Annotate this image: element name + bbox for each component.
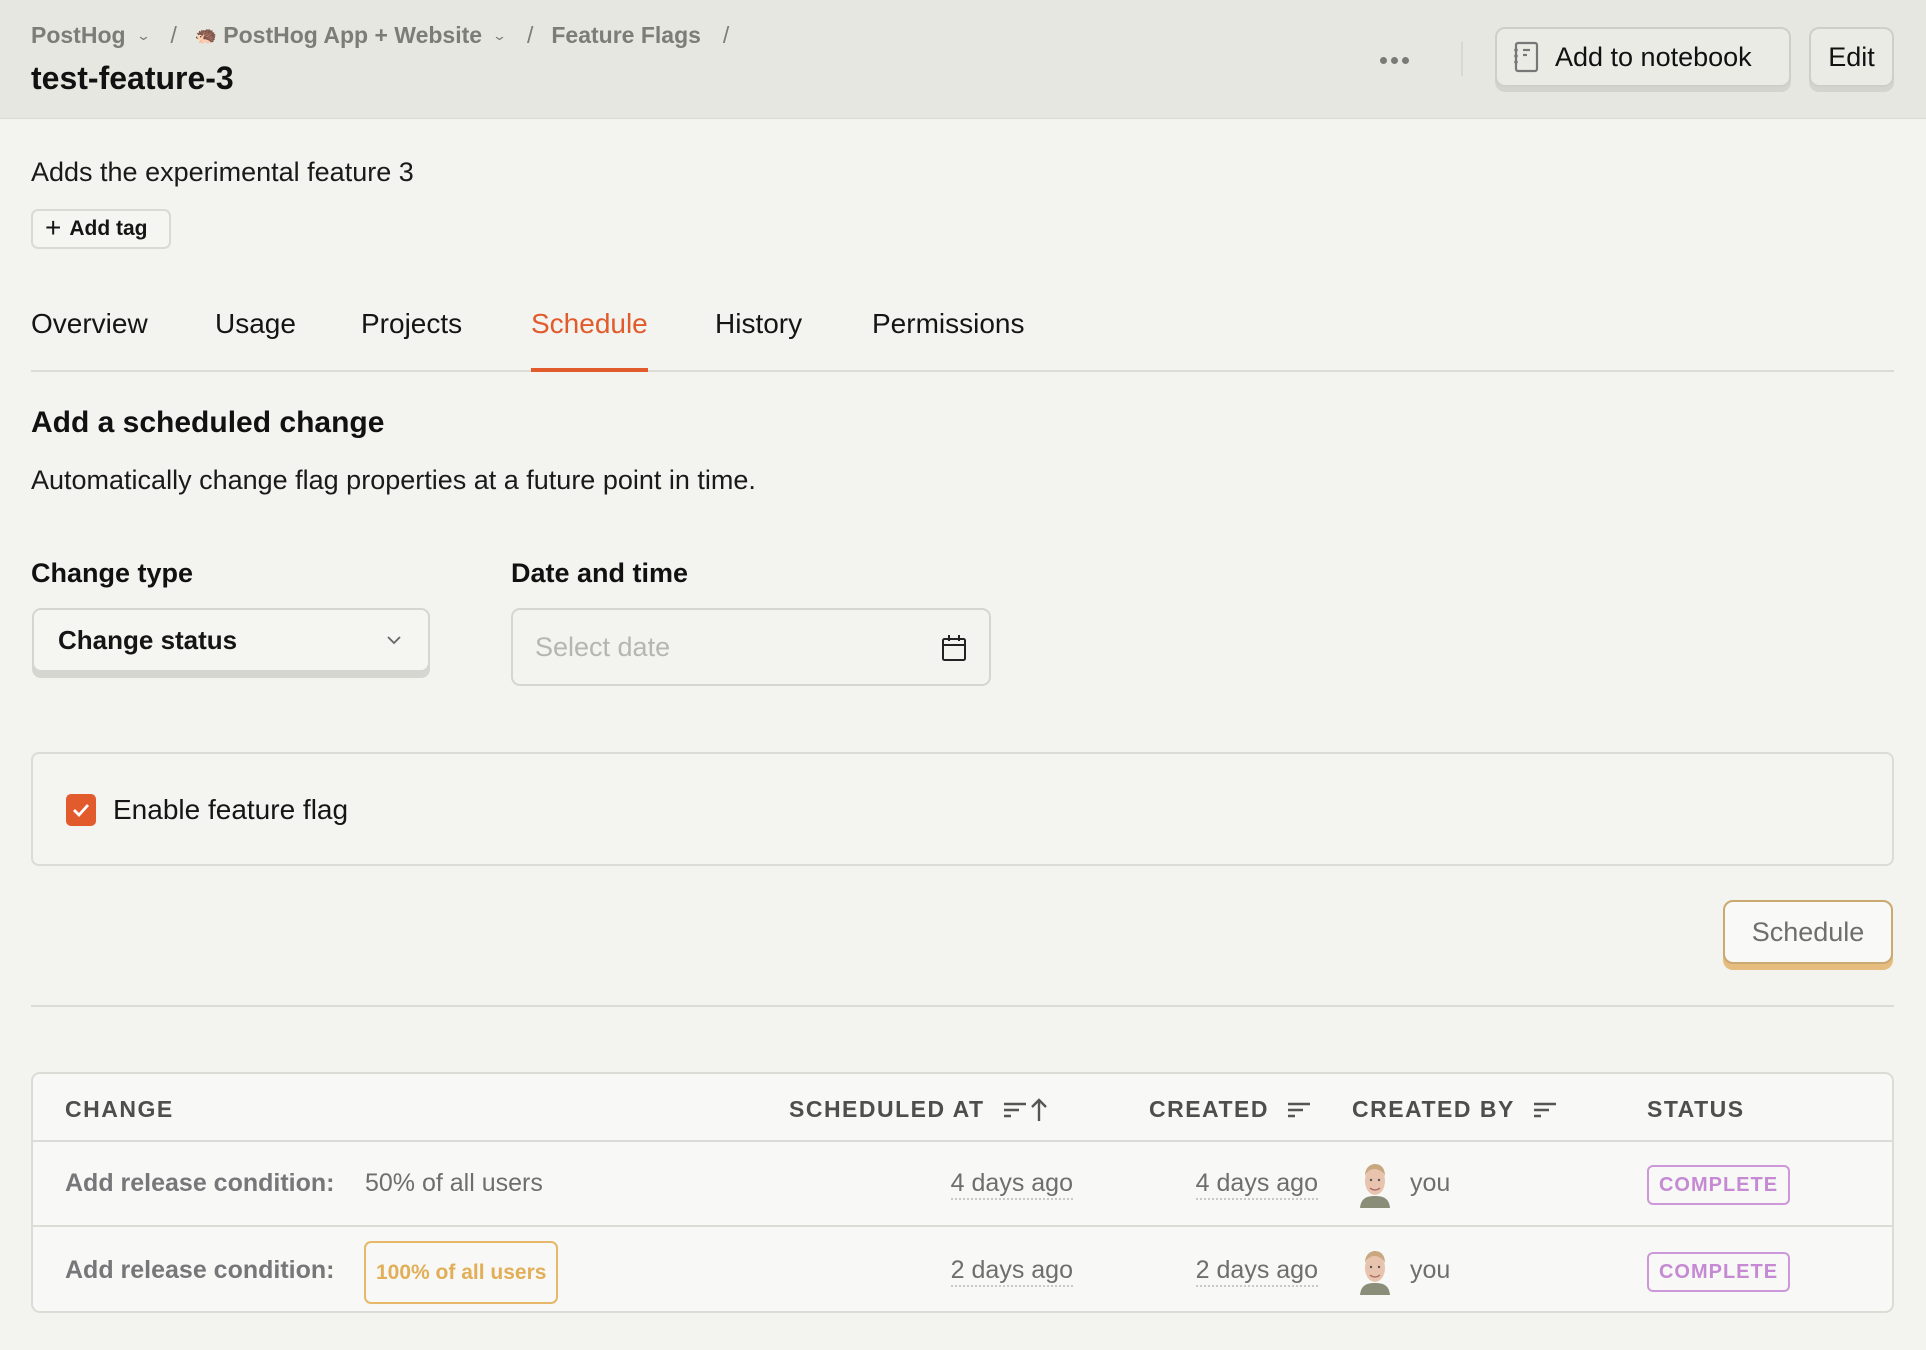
- breadcrumb-organization[interactable]: PostHog ⌄: [31, 22, 151, 49]
- breadcrumb-feature-flags-label: Feature Flags: [551, 22, 701, 48]
- chevron-down-icon: ⌄: [135, 27, 151, 43]
- flag-description: Adds the experimental feature 3: [31, 157, 414, 187]
- scheduled-changes-table: CHANGE SCHEDULED AT CREATED CREATED BY S…: [31, 1072, 1894, 1313]
- table-row: Add release condition: 50% of all users …: [33, 1142, 1892, 1227]
- tab-schedule[interactable]: Schedule: [531, 308, 648, 372]
- add-tag-button[interactable]: + Add tag: [31, 209, 171, 249]
- schedule-button[interactable]: Schedule: [1723, 900, 1893, 964]
- created-by: you: [1410, 1169, 1451, 1197]
- breadcrumb-feature-flags[interactable]: Feature Flags: [551, 22, 701, 49]
- chevron-down-icon: [387, 636, 401, 645]
- sort-icon: [1533, 1102, 1556, 1117]
- tab-usage[interactable]: Usage: [215, 308, 296, 372]
- section-subtitle: Automatically change flag properties at …: [31, 465, 756, 495]
- sort-icon: [1287, 1102, 1310, 1117]
- tab-bar: Overview Usage Projects Schedule History…: [31, 300, 1894, 372]
- plus-icon: +: [45, 211, 62, 243]
- checkmark-icon: [73, 804, 90, 817]
- scheduled-at: 2 days ago: [950, 1256, 1073, 1287]
- change-type-label: Change type: [31, 558, 194, 588]
- change-type-value: Change status: [58, 624, 238, 655]
- date-placeholder: Select date: [535, 631, 671, 662]
- change-value-badge: 100% of all users: [364, 1241, 559, 1304]
- avatar: [1360, 1164, 1390, 1208]
- status-badge: COMPLETE: [1647, 1252, 1790, 1292]
- section-title: Add a scheduled change: [31, 406, 385, 439]
- column-header-created-by[interactable]: CREATED BY: [1352, 1096, 1557, 1123]
- calendar-icon: [942, 635, 966, 661]
- created-at: 4 days ago: [1195, 1169, 1318, 1200]
- breadcrumb-separator: /: [722, 22, 730, 48]
- breadcrumb: PostHog ⌄ / 🦔 PostHog App + Website ⌄ / …: [31, 22, 747, 49]
- date-picker-input[interactable]: Select date: [511, 608, 991, 686]
- tab-overview[interactable]: Overview: [31, 308, 148, 372]
- date-time-label: Date and time: [511, 558, 689, 588]
- header-divider: [1461, 42, 1463, 76]
- tab-permissions[interactable]: Permissions: [872, 308, 1024, 372]
- change-type-select[interactable]: Change status: [32, 608, 430, 672]
- notebook-icon: [1514, 41, 1539, 73]
- add-tag-label: Add tag: [69, 217, 148, 240]
- column-header-created[interactable]: CREATED: [1149, 1096, 1311, 1123]
- created-by: you: [1410, 1256, 1451, 1284]
- edit-button[interactable]: Edit: [1809, 27, 1894, 87]
- change-label: Add release condition:: [65, 1169, 335, 1197]
- tab-projects[interactable]: Projects: [361, 308, 462, 372]
- enable-flag-panel: Enable feature flag: [31, 752, 1894, 866]
- change-value: 50% of all users: [365, 1169, 543, 1197]
- enable-flag-checkbox[interactable]: [66, 794, 96, 826]
- schedule-button-label: Schedule: [1751, 916, 1865, 947]
- section-divider: [31, 1005, 1894, 1007]
- enable-flag-label[interactable]: Enable feature flag: [113, 794, 348, 826]
- column-header-change: CHANGE: [65, 1096, 174, 1122]
- breadcrumb-project-label: PostHog App + Website: [223, 22, 483, 48]
- edit-label: Edit: [1828, 41, 1875, 72]
- hedgehog-icon: 🦔: [194, 25, 218, 45]
- more-options-button[interactable]: [1376, 42, 1412, 78]
- ellipsis-icon: [1379, 56, 1387, 64]
- page-title: test-feature-3: [31, 60, 234, 96]
- column-header-status: STATUS: [1647, 1096, 1745, 1122]
- breadcrumb-separator: /: [170, 22, 177, 48]
- status-badge: COMPLETE: [1647, 1165, 1790, 1205]
- chevron-down-icon: ⌄: [491, 27, 508, 43]
- add-to-notebook-button[interactable]: Add to notebook: [1495, 27, 1791, 87]
- column-header-scheduled-at[interactable]: SCHEDULED AT: [789, 1096, 1047, 1123]
- created-at: 2 days ago: [1195, 1256, 1318, 1287]
- breadcrumb-project[interactable]: 🦔 PostHog App + Website ⌄: [194, 22, 508, 49]
- breadcrumb-organization-label: PostHog: [31, 22, 126, 48]
- page-header: PostHog ⌄ / 🦔 PostHog App + Website ⌄ / …: [0, 0, 1926, 119]
- add-to-notebook-label: Add to notebook: [1555, 41, 1752, 72]
- scheduled-at: 4 days ago: [950, 1169, 1073, 1200]
- table-header: CHANGE SCHEDULED AT CREATED CREATED BY S…: [33, 1074, 1892, 1142]
- sort-icon: [1003, 1102, 1026, 1117]
- arrow-up-icon: [1030, 1097, 1047, 1121]
- table-row: Add release condition: 100% of all users…: [33, 1229, 1892, 1311]
- breadcrumb-separator: /: [526, 22, 534, 48]
- tab-history[interactable]: History: [715, 308, 802, 372]
- avatar: [1360, 1251, 1390, 1295]
- change-label: Add release condition:: [65, 1256, 335, 1284]
